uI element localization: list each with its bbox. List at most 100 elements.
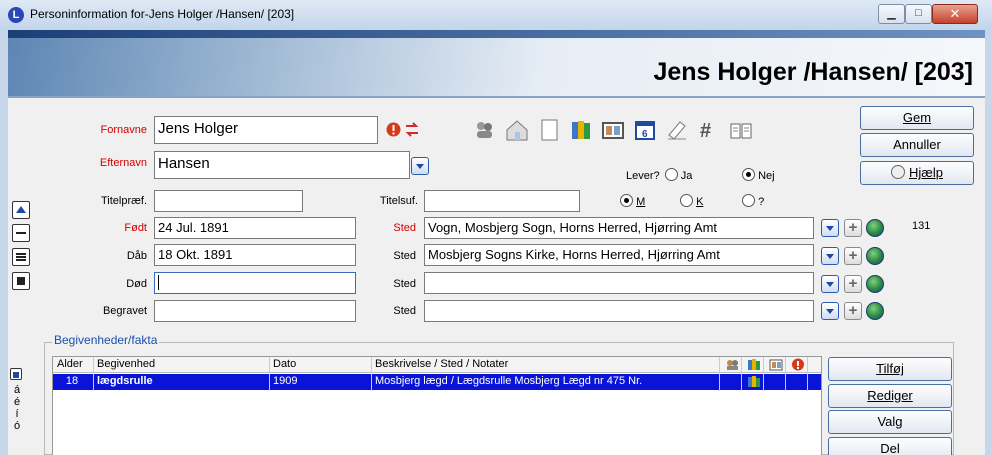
doed-globe-icon[interactable] [866, 275, 884, 293]
header-band: Jens Holger /Hansen/ [203] [8, 30, 985, 96]
sex-unknown-group: ? [742, 194, 764, 208]
hash-icon[interactable]: # [696, 117, 722, 143]
daab-add-place-button[interactable]: + [844, 247, 862, 265]
column-divider [93, 357, 94, 391]
daab-globe-icon[interactable] [866, 247, 884, 265]
sex-unknown-label: ? [758, 196, 765, 208]
window-title: Personinformation for-Jens Holger /Hanse… [30, 7, 295, 21]
cell-beskrivelse: Mosbjerg lægd / Lægdsrulle Mosbjerg Lægd… [375, 375, 643, 387]
doed-place-dropdown[interactable] [821, 275, 839, 293]
add-event-button[interactable]: Tilføj [828, 357, 952, 381]
delete-event-button[interactable]: Del [828, 437, 952, 455]
doed-date-input[interactable] [154, 272, 356, 294]
sex-k-label: K [696, 196, 704, 208]
books-icon[interactable] [568, 117, 594, 143]
foedt-globe-icon[interactable] [866, 219, 884, 237]
efternavn-dropdown[interactable] [411, 157, 429, 175]
fornavne-input[interactable]: Jens Holger [154, 116, 378, 144]
lever-ja-radio[interactable] [664, 168, 678, 181]
daab-label: Dåb [126, 250, 147, 262]
view-one-button[interactable] [12, 224, 30, 242]
open-book-icon[interactable] [728, 117, 754, 143]
lever-nej-group: Nej [742, 168, 775, 182]
choose-event-label: Valg [877, 414, 903, 429]
lever-nej-label: Nej [758, 170, 775, 182]
begravet-place-input[interactable] [424, 300, 814, 322]
letters-toggle-button[interactable] [10, 368, 22, 380]
minimize-button[interactable]: ▁ [878, 4, 905, 24]
titelsuf-input[interactable] [424, 190, 580, 212]
swap-names-icon[interactable] [404, 122, 420, 137]
letter-e-acute[interactable]: é [10, 396, 24, 408]
view-lines-button[interactable] [12, 248, 30, 266]
notes-icon[interactable] [664, 117, 690, 143]
daab-place-dropdown[interactable] [821, 247, 839, 265]
help-button[interactable]: Hjælp [860, 161, 974, 185]
special-letters-strip: á é í ó [10, 384, 24, 432]
efternavn-label: Efternavn [99, 157, 147, 169]
column-divider [741, 357, 742, 391]
persons-icon[interactable] [472, 117, 498, 143]
letter-a-acute[interactable]: á [10, 384, 24, 396]
foedt-add-place-button[interactable]: + [844, 219, 862, 237]
cell-begivenhed: lægdsrulle [97, 375, 153, 387]
view-block-button[interactable] [12, 272, 30, 290]
choose-event-button[interactable]: Valg [828, 410, 952, 434]
column-header-alder[interactable]: Alder [57, 358, 83, 370]
maximize-button[interactable]: □ [905, 4, 932, 24]
column-divider [371, 357, 372, 391]
lever-ja-label: Ja [680, 170, 693, 182]
doed-add-place-button[interactable]: + [844, 275, 862, 293]
begravet-date-input[interactable] [154, 300, 356, 322]
picture-icon[interactable] [600, 117, 626, 143]
begravet-add-place-button[interactable]: + [844, 302, 862, 320]
dialog-client-area: Jens Holger /Hansen/ [203] Fornavne Jens… [8, 30, 985, 455]
sex-m-label: M [636, 196, 646, 208]
events-table[interactable]: Alder Begivenhed Dato Beskrivelse / Sted… [52, 356, 822, 455]
delete-event-label: Del [880, 441, 900, 455]
foedt-place-dropdown[interactable] [821, 219, 839, 237]
column-header-dato[interactable]: Dato [273, 358, 296, 370]
close-button[interactable]: ✕ [932, 4, 978, 24]
daab-sted-label: Sted [393, 250, 416, 262]
letter-i-acute[interactable]: í [10, 408, 24, 420]
sources-column-icon [748, 359, 760, 370]
save-label: Gem [902, 110, 932, 125]
save-button[interactable]: Gem [860, 106, 974, 130]
maximize-icon: □ [915, 7, 922, 19]
titelpraef-input[interactable] [154, 190, 303, 212]
sex-m-group: M [620, 194, 645, 208]
daab-place-input[interactable]: Mosbjerg Sogns Kirke, Horns Herred, Hjør… [424, 244, 814, 266]
efternavn-input[interactable]: Hansen [154, 151, 410, 179]
doed-place-input[interactable] [424, 272, 814, 294]
sex-m-radio[interactable] [620, 194, 633, 207]
foedt-label: Født [124, 222, 147, 234]
column-header-beskrivelse[interactable]: Beskrivelse / Sted / Notater [375, 358, 508, 370]
column-divider [807, 357, 808, 391]
cancel-button[interactable]: Annuller [860, 133, 974, 157]
edit-event-button[interactable]: Rediger [828, 384, 952, 408]
move-up-button[interactable] [12, 201, 30, 219]
column-header-begivenhed[interactable]: Begivenhed [97, 358, 155, 370]
daab-date-input[interactable]: 18 Okt. 1891 [154, 244, 356, 266]
warning-icon[interactable] [386, 122, 401, 137]
letter-o-acute[interactable]: ó [10, 420, 24, 432]
sex-unknown-radio[interactable] [742, 194, 755, 207]
begravet-globe-icon[interactable] [866, 302, 884, 320]
title-bar[interactable]: L Personinformation for-Jens Holger /Han… [0, 0, 992, 30]
table-row[interactable]: 18 lægdsrulle 1909 Mosbjerg lægd / Lægds… [53, 374, 821, 390]
foedt-date-input[interactable]: 24 Jul. 1891 [154, 217, 356, 239]
begravet-place-dropdown[interactable] [821, 302, 839, 320]
sex-k-radio[interactable] [680, 194, 693, 207]
foedt-sted-label: Sted [393, 222, 416, 234]
calendar-icon[interactable]: 6 [632, 117, 658, 143]
person-heading: Jens Holger /Hansen/ [203] [653, 58, 973, 86]
application-window: L Personinformation for-Jens Holger /Han… [0, 0, 992, 455]
header-accent-line [8, 30, 985, 38]
foedt-place-input[interactable]: Vogn, Mosbjerg Sogn, Horns Herred, Hjørr… [424, 217, 814, 239]
house-icon[interactable] [504, 117, 530, 143]
document-icon[interactable] [536, 117, 562, 143]
doed-sted-label: Sted [393, 278, 416, 290]
titelpraef-label: Titelpræf. [100, 195, 147, 207]
lever-nej-radio[interactable] [742, 168, 755, 181]
